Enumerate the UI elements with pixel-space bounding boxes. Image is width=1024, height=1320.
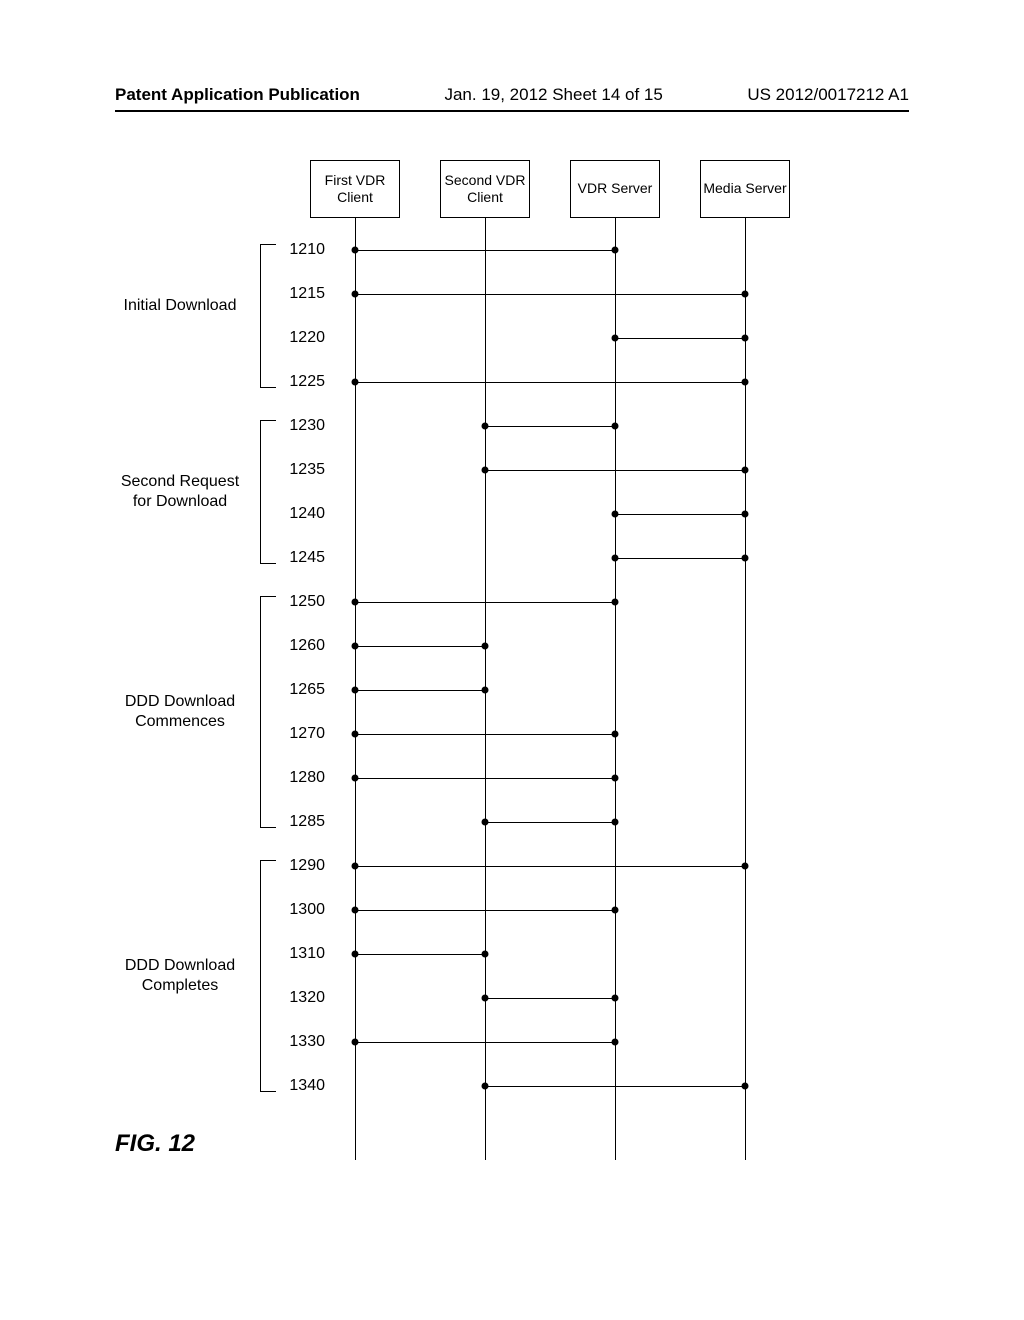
- message-endpoint-icon: [352, 775, 359, 782]
- message-endpoint-icon: [612, 819, 619, 826]
- page: Patent Application Publication Jan. 19, …: [0, 0, 1024, 1320]
- message-endpoint-icon: [742, 863, 749, 870]
- phase-label: Second Request for Download: [120, 472, 240, 512]
- message-line: [485, 998, 615, 999]
- message-endpoint-icon: [352, 247, 359, 254]
- message-endpoint-icon: [352, 643, 359, 650]
- phase-bracket: [260, 596, 276, 828]
- message-line: [615, 338, 745, 339]
- message-endpoint-icon: [742, 379, 749, 386]
- message-endpoint-icon: [612, 423, 619, 430]
- message-endpoint-icon: [742, 467, 749, 474]
- message-endpoint-icon: [612, 1039, 619, 1046]
- message-endpoint-icon: [612, 335, 619, 342]
- message-line: [355, 866, 745, 867]
- message-endpoint-icon: [612, 511, 619, 518]
- message-endpoint-icon: [612, 555, 619, 562]
- message-endpoint-icon: [742, 1083, 749, 1090]
- header-right: US 2012/0017212 A1: [747, 85, 909, 105]
- message-endpoint-icon: [742, 511, 749, 518]
- message-line: [355, 646, 485, 647]
- message-endpoint-icon: [612, 775, 619, 782]
- message-endpoint-icon: [482, 643, 489, 650]
- message-endpoint-icon: [352, 951, 359, 958]
- message-endpoint-icon: [352, 1039, 359, 1046]
- message-line: [485, 470, 745, 471]
- message-line: [615, 558, 745, 559]
- message-endpoint-icon: [352, 863, 359, 870]
- header-rule: [115, 110, 909, 112]
- message-endpoint-icon: [612, 599, 619, 606]
- message-endpoint-icon: [612, 247, 619, 254]
- message-endpoint-icon: [482, 819, 489, 826]
- message-line: [355, 734, 615, 735]
- message-line: [355, 382, 745, 383]
- sequence-diagram: First VDR Client Second VDR Client VDR Ser…: [115, 160, 915, 1160]
- message-endpoint-icon: [352, 731, 359, 738]
- lifeline-box: Second VDR Client: [440, 160, 530, 218]
- lifeline-box: Media Server: [700, 160, 790, 218]
- message-endpoint-icon: [612, 731, 619, 738]
- page-header: Patent Application Publication Jan. 19, …: [115, 85, 909, 105]
- message-endpoint-icon: [612, 907, 619, 914]
- message-endpoint-icon: [482, 423, 489, 430]
- message-line: [355, 690, 485, 691]
- message-endpoint-icon: [482, 687, 489, 694]
- message-line: [355, 1042, 615, 1043]
- message-endpoint-icon: [352, 907, 359, 914]
- phase-label: DDD Download Completes: [120, 956, 240, 996]
- figure-label: FIG. 12: [115, 1130, 195, 1158]
- message-line: [485, 426, 615, 427]
- header-center: Jan. 19, 2012 Sheet 14 of 15: [444, 85, 662, 105]
- message-endpoint-icon: [482, 467, 489, 474]
- lifeline-line: [615, 218, 616, 1160]
- phase-bracket: [260, 420, 276, 564]
- message-endpoint-icon: [482, 1083, 489, 1090]
- phase-bracket: [260, 860, 276, 1092]
- message-endpoint-icon: [482, 951, 489, 958]
- message-endpoint-icon: [742, 335, 749, 342]
- message-endpoint-icon: [482, 995, 489, 1002]
- lifeline-box: VDR Server: [570, 160, 660, 218]
- message-endpoint-icon: [742, 291, 749, 298]
- message-line: [355, 778, 615, 779]
- message-line: [485, 1086, 745, 1087]
- message-line: [485, 822, 615, 823]
- phase-label: Initial Download: [120, 296, 240, 316]
- message-line: [355, 954, 485, 955]
- lifeline-line: [745, 218, 746, 1160]
- lifeline-box: First VDR Client: [310, 160, 400, 218]
- message-endpoint-icon: [352, 599, 359, 606]
- message-endpoint-icon: [742, 555, 749, 562]
- message-line: [615, 514, 745, 515]
- message-line: [355, 250, 615, 251]
- message-endpoint-icon: [352, 687, 359, 694]
- phase-label: DDD Download Commences: [120, 692, 240, 732]
- message-line: [355, 294, 745, 295]
- message-line: [355, 910, 615, 911]
- message-endpoint-icon: [612, 995, 619, 1002]
- message-endpoint-icon: [352, 379, 359, 386]
- message-endpoint-icon: [352, 291, 359, 298]
- message-line: [355, 602, 615, 603]
- header-left: Patent Application Publication: [115, 85, 360, 105]
- phase-bracket: [260, 244, 276, 388]
